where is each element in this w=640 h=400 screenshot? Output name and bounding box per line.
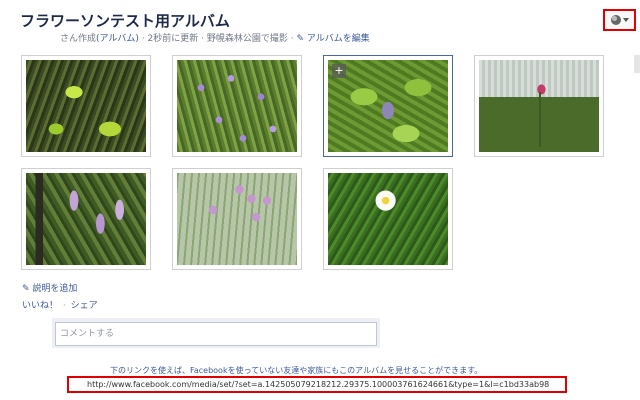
photo-image (26, 173, 146, 265)
globe-icon (610, 15, 621, 25)
photo-image (479, 60, 599, 152)
add-description-link[interactable]: ✎ 説明を追加 (22, 281, 77, 294)
pencil-icon: ✎ (22, 284, 30, 294)
album-title: フラワーソンテスト用アルバム (20, 12, 230, 30)
photo-image: + (328, 60, 448, 152)
album-meta: さん作成(アルバム) · 2秒前に更新 · 野幌森林公園で撮影 · ✎ アルバム… (60, 31, 370, 44)
photo-image (177, 60, 297, 152)
add-description-label: 説明を追加 (32, 284, 78, 294)
album-photo-2[interactable] (172, 55, 302, 157)
chevron-down-icon (622, 18, 629, 22)
meta-updated: · 2秒前に更新 · 野幌森林公園で撮影 · (141, 34, 294, 44)
comment-input[interactable] (55, 322, 377, 346)
photo-image (177, 173, 297, 265)
pencil-icon: ✎ (296, 34, 305, 44)
meta-album-type-link[interactable]: (アルバム) (96, 34, 139, 44)
privacy-selector-button[interactable] (603, 9, 636, 31)
tag-photo-icon[interactable]: + (332, 64, 346, 78)
share-link[interactable]: シェア (71, 301, 98, 311)
album-photo-4[interactable] (474, 55, 604, 157)
comment-box (52, 318, 380, 348)
like-link[interactable]: いいね！ (22, 301, 58, 311)
like-share-bar: いいね！ · シェア (22, 298, 98, 311)
album-photo-7[interactable] (323, 168, 453, 270)
scrollbar[interactable] (634, 55, 640, 73)
album-photo-1[interactable] (21, 55, 151, 157)
photo-image (26, 60, 146, 152)
meta-owner: さん作成 (60, 34, 97, 44)
photo-image (328, 173, 448, 265)
share-link-url[interactable]: http://www.facebook.com/media/set/?set=a… (67, 376, 567, 393)
album-photo-6[interactable] (172, 168, 302, 270)
album-photo-5[interactable] (21, 168, 151, 270)
edit-album-link[interactable]: アルバムを編集 (307, 34, 370, 44)
album-photo-3[interactable]: + (323, 55, 453, 157)
separator: · (62, 301, 66, 311)
share-link-note: 下のリンクを使えば、Facebookを使っていない友達や家族にもこのアルバムを見… (110, 366, 483, 375)
